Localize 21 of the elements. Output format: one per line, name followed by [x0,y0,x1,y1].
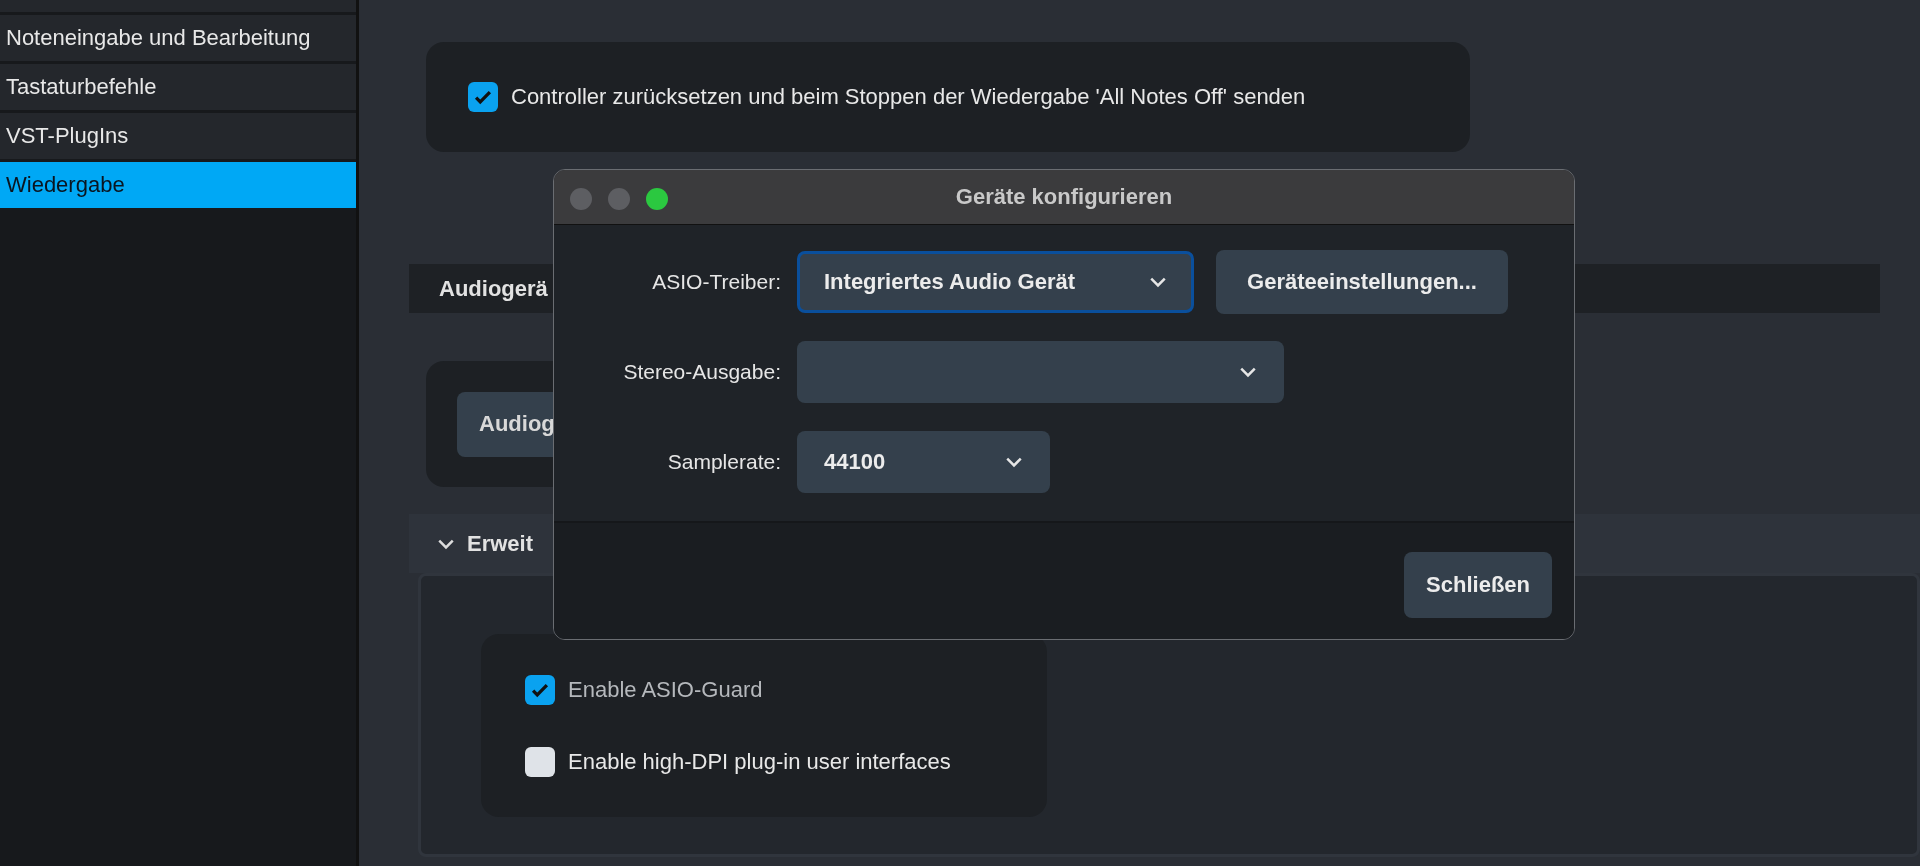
device-settings-button[interactable]: Geräteeinstellungen... [1216,250,1508,314]
checkbox[interactable] [525,746,555,777]
checkbox-label: Enable high-DPI plug-in user interfaces [568,748,951,775]
sidebar-item[interactable]: Tastaturbefehle [0,64,356,110]
sidebar-item[interactable]: VST-PlugIns [0,113,356,159]
section-title: Audiogerä [439,275,548,302]
checkbox[interactable] [525,674,555,705]
field-label: Stereo-Ausgabe: [622,360,782,384]
checkbox[interactable] [468,82,498,112]
sidebar-item[interactable]: Noteneingabe und Bearbeitung [0,15,356,61]
field-label: ASIO-Treiber: [651,270,782,294]
close-button[interactable]: Schließen [1404,552,1552,618]
dropdown[interactable]: 44100 [797,431,1050,493]
dropdown[interactable]: Integriertes Audio Gerät [797,251,1194,313]
checkbox-label: Controller zurücksetzen und beim Stoppen der Wiedergabe 'All Notes Off' senden [511,84,1306,110]
section-title: Erweit [467,530,534,557]
field-label: Samplerate: [666,450,782,474]
checkbox-label: Enable ASIO-Guard [568,676,763,703]
sidebar-item[interactable]: Wiedergabe [0,162,356,208]
maximize-window-icon[interactable] [646,188,668,210]
window-title: Geräte konfigurieren [955,184,1173,210]
